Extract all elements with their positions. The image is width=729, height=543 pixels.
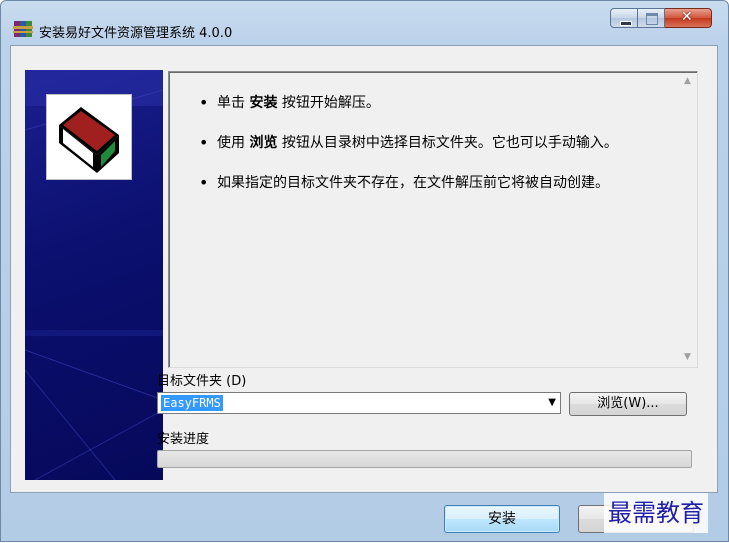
destination-label: 目标文件夹 (D) — [157, 374, 247, 389]
progress-label: 安装进度 — [157, 432, 210, 447]
install-button[interactable]: 安装 — [444, 505, 560, 533]
instructions-panel: 单击 安装 按钮开始解压。 使用 浏览 按钮从目录树中选择目标文件夹。它也可以手… — [168, 71, 698, 368]
scroll-down-icon[interactable]: ▼ — [679, 349, 696, 366]
installer-window: 安装易好文件资源管理系统 4.0.0 ✕ • 单击 安装 按钮开始解压。 • 使… — [0, 0, 729, 542]
title-bar[interactable]: 安装易好文件资源管理系统 4.0.0 ✕ — [1, 1, 728, 45]
list-item: 使用 浏览 按钮从目录树中选择目标文件夹。它也可以手动输入。 — [199, 134, 662, 152]
instructions-list: 单击 安装 按钮开始解压。 使用 浏览 按钮从目录树中选择目标文件夹。它也可以手… — [169, 72, 662, 192]
browse-button[interactable]: 浏览(W)... — [569, 392, 687, 416]
dialog-client-area: 单击 安装 按钮开始解压。 使用 浏览 按钮从目录树中选择目标文件夹。它也可以手… — [10, 45, 718, 493]
destination-combobox[interactable]: EasyFRMS ▼ — [157, 392, 561, 414]
minimize-icon — [620, 21, 632, 26]
close-icon: ✕ — [681, 9, 693, 25]
book-logo-icon — [59, 107, 119, 173]
chevron-down-icon[interactable]: ▼ — [548, 395, 556, 411]
scroll-up-icon[interactable]: ▲ — [679, 73, 696, 90]
side-banner — [25, 70, 163, 480]
close-button[interactable]: ✕ — [665, 8, 712, 28]
button-row: 安装 最需教育 — [1, 493, 729, 543]
caption-buttons: ✕ — [610, 8, 712, 30]
install-progress-bar — [157, 450, 692, 468]
watermark-text: 最需教育 — [604, 493, 708, 533]
destination-input[interactable]: EasyFRMS — [161, 395, 223, 411]
list-item: 单击 安装 按钮开始解压。 — [199, 94, 662, 112]
window-title: 安装易好文件资源管理系统 4.0.0 — [39, 26, 233, 41]
minimize-button[interactable] — [610, 8, 638, 28]
maximize-button[interactable] — [638, 8, 665, 28]
list-item: 如果指定的目标文件夹不存在，在文件解压前它将被自动创建。 — [199, 174, 662, 192]
maximize-icon — [646, 13, 658, 25]
winrar-icon — [13, 20, 33, 38]
vertical-scrollbar[interactable]: ▲ ▼ — [679, 73, 696, 366]
logo-box — [46, 94, 132, 180]
